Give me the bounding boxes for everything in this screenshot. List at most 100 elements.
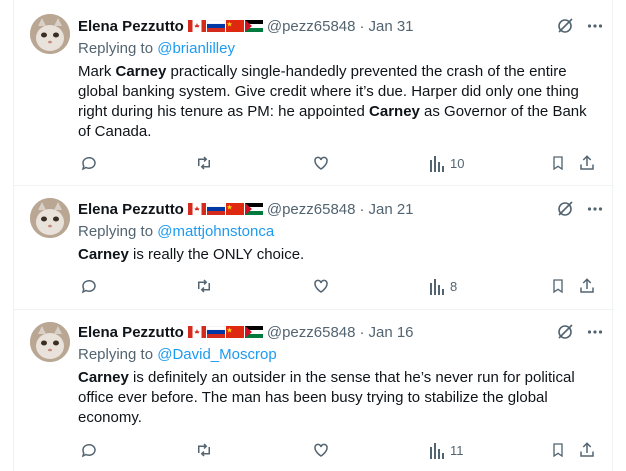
reply-icon — [81, 156, 96, 171]
author-name[interactable]: Elena Pezzutto — [78, 201, 184, 218]
bold-text-segment: Carney — [78, 369, 129, 386]
avatar[interactable] — [30, 198, 70, 238]
share-icon — [580, 278, 594, 293]
text-segment: is definitely an outsider in the sense t… — [78, 369, 575, 426]
tweet-actions: 8 — [78, 277, 606, 297]
views-count: 8 — [450, 278, 458, 294]
avatar[interactable] — [30, 322, 70, 362]
replying-to-link[interactable]: @brianlilley — [157, 40, 235, 57]
bookmark-icon — [553, 156, 563, 171]
tweet-text: Carney is really the ONLY choice. — [78, 245, 602, 265]
like-button[interactable] — [312, 441, 330, 459]
author-name[interactable]: Elena Pezzutto — [78, 324, 184, 341]
tweet-top-actions — [556, 323, 604, 341]
flag-emojis — [187, 326, 263, 338]
bookmark-button[interactable] — [550, 441, 566, 459]
reply-button[interactable] — [80, 441, 98, 459]
tweet-header: Elena Pezzutto @pezz65848 · Jan 16 — [78, 322, 414, 342]
bookmark-icon — [553, 279, 563, 294]
like-icon — [314, 279, 328, 293]
replying-to: Replying to @brianlilley — [78, 40, 235, 57]
views-icon — [430, 279, 444, 295]
tweet-date[interactable]: Jan 31 — [368, 18, 413, 35]
tweet-top-actions — [556, 200, 604, 218]
tweet-actions: 10 — [78, 154, 606, 174]
tweet[interactable]: Elena Pezzutto @pezz65848 · Jan 21 Reply… — [14, 186, 614, 310]
views-button[interactable]: 11 — [430, 441, 464, 459]
tweet[interactable]: Elena Pezzutto @pezz65848 · Jan 16 Reply… — [14, 310, 614, 471]
avatar[interactable] — [30, 14, 70, 54]
author-handle[interactable]: @pezz65848 — [267, 201, 356, 218]
replying-to-link[interactable]: @mattjohnstonca — [157, 223, 274, 240]
grok-icon[interactable] — [556, 17, 574, 35]
china-flag-icon — [225, 326, 244, 338]
like-icon — [314, 443, 328, 457]
share-icon — [580, 442, 594, 457]
bookmark-button[interactable] — [550, 277, 566, 295]
author-name[interactable]: Elena Pezzutto — [78, 18, 184, 35]
tweet-date[interactable]: Jan 16 — [368, 324, 413, 341]
replying-prefix: Replying to — [78, 40, 158, 57]
author-handle[interactable]: @pezz65848 — [267, 324, 356, 341]
reply-button[interactable] — [80, 277, 98, 295]
replying-prefix: Replying to — [78, 223, 158, 240]
retweet-button[interactable] — [194, 154, 214, 172]
share-button[interactable] — [578, 441, 596, 459]
palestine-flag-icon — [244, 203, 263, 215]
tweet-date[interactable]: Jan 21 — [368, 201, 413, 218]
canada-flag-icon — [187, 326, 206, 338]
reply-icon — [81, 443, 96, 458]
china-flag-icon — [225, 20, 244, 32]
timeline: Elena Pezzutto @pezz65848 · Jan 31 Reply… — [13, 0, 614, 471]
more-icon[interactable] — [586, 17, 604, 35]
russia-flag-icon — [206, 20, 225, 32]
reply-icon — [81, 279, 96, 294]
replying-to: Replying to @mattjohnstonca — [78, 223, 274, 240]
palestine-flag-icon — [244, 20, 263, 32]
palestine-flag-icon — [244, 326, 263, 338]
grok-icon[interactable] — [556, 200, 574, 218]
replying-to: Replying to @David_Moscrop — [78, 346, 277, 363]
separator: · — [359, 200, 365, 218]
bold-text-segment: Carney — [369, 103, 420, 120]
retweet-button[interactable] — [194, 441, 214, 459]
tweet-text: Carney is definitely an outsider in the … — [78, 368, 602, 428]
views-count: 11 — [450, 442, 464, 458]
like-button[interactable] — [312, 277, 330, 295]
flag-emojis — [187, 20, 263, 32]
bookmark-button[interactable] — [550, 154, 566, 172]
views-count: 10 — [450, 155, 465, 171]
text-segment: is really the ONLY choice. — [128, 246, 305, 263]
russia-flag-icon — [206, 203, 225, 215]
replying-to-link[interactable]: @David_Moscrop — [157, 346, 276, 363]
canada-flag-icon — [187, 20, 206, 32]
tweet-header: Elena Pezzutto @pezz65848 · Jan 31 — [78, 16, 414, 36]
text-segment: Mark — [78, 63, 116, 80]
like-icon — [314, 156, 328, 170]
views-icon — [430, 443, 444, 459]
share-icon — [580, 155, 594, 170]
tweet-header: Elena Pezzutto @pezz65848 · Jan 21 — [78, 199, 414, 219]
views-button[interactable]: 10 — [430, 154, 464, 172]
views-button[interactable]: 8 — [430, 277, 457, 295]
tweet-actions: 11 — [78, 441, 606, 461]
share-button[interactable] — [578, 154, 596, 172]
bold-text-segment: Carney — [78, 246, 129, 263]
views-icon — [430, 156, 444, 172]
retweet-button[interactable] — [194, 277, 214, 295]
share-button[interactable] — [578, 277, 596, 295]
like-button[interactable] — [312, 154, 330, 172]
author-handle[interactable]: @pezz65848 — [267, 18, 356, 35]
more-icon[interactable] — [586, 200, 604, 218]
more-icon[interactable] — [586, 323, 604, 341]
grok-icon[interactable] — [556, 323, 574, 341]
russia-flag-icon — [206, 326, 225, 338]
retweet-icon — [198, 279, 210, 293]
flag-emojis — [187, 203, 263, 215]
tweet-text: Mark Carney practically single-handedly … — [78, 62, 602, 142]
china-flag-icon — [225, 203, 244, 215]
reply-button[interactable] — [80, 154, 98, 172]
separator: · — [359, 323, 365, 341]
tweet[interactable]: Elena Pezzutto @pezz65848 · Jan 31 Reply… — [14, 0, 614, 186]
retweet-icon — [198, 156, 210, 170]
